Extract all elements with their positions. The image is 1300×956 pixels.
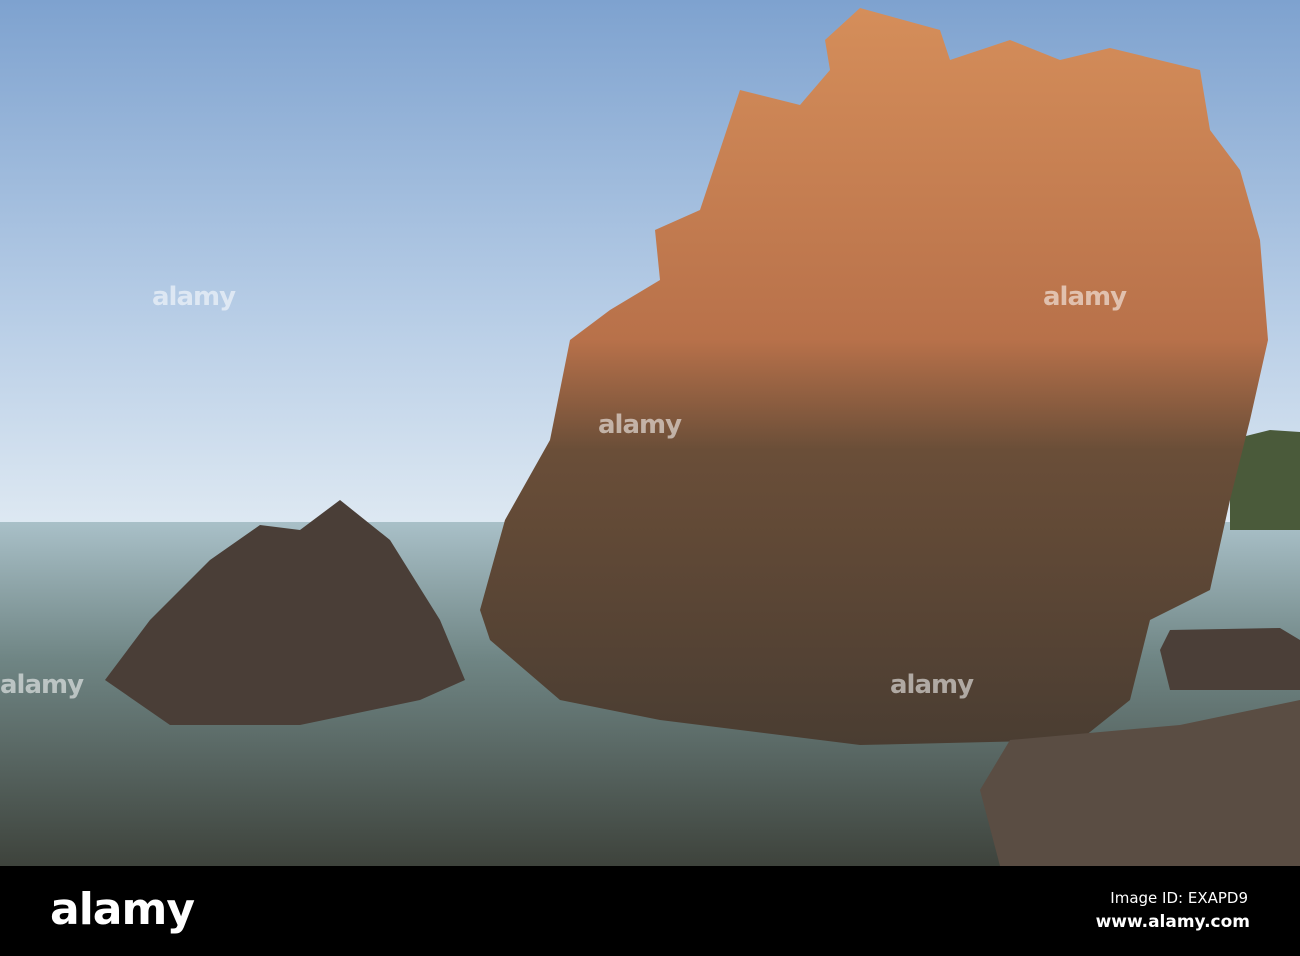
footer-bar: alamy Image ID: EXAPD9 www.alamy.com [0, 866, 1300, 956]
image-id: Image ID: EXAPD9 [1110, 889, 1248, 907]
alamy-logo: alamy [50, 884, 195, 935]
watermark: alamy [598, 410, 682, 440]
site-url: www.alamy.com [1095, 912, 1250, 932]
watermark: alamy [152, 282, 236, 312]
watermark: alamy [0, 670, 84, 700]
watermark: alamy [1043, 282, 1127, 312]
watermark: alamy [890, 670, 974, 700]
right-rock [1160, 628, 1300, 690]
